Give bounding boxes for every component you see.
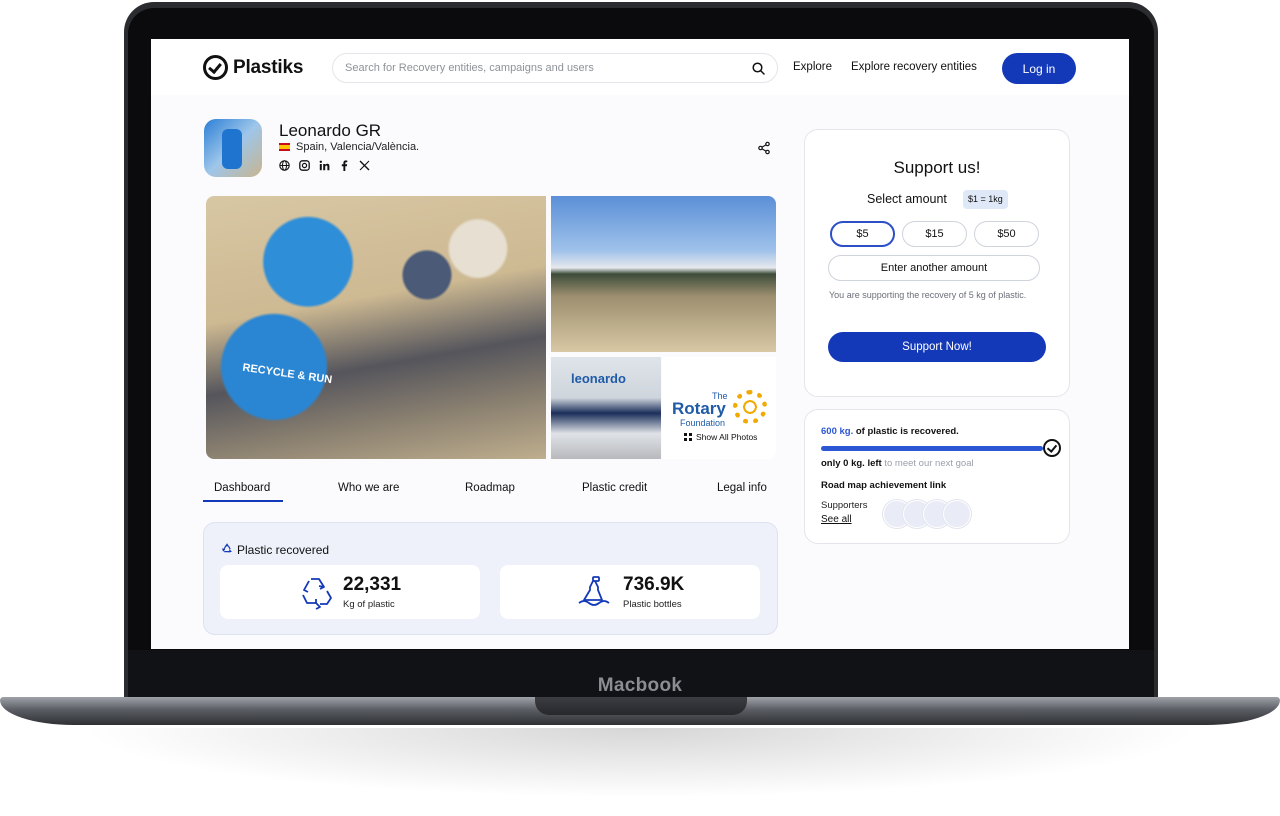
search-bar <box>332 53 778 83</box>
stat-kg-label: Kg of plastic <box>343 599 395 610</box>
facebook-icon[interactable] <box>339 160 350 171</box>
gallery-photo-main[interactable]: RECYCLE & RUN <box>206 196 546 459</box>
progress-recovered-amount: 600 kg. <box>821 426 854 437</box>
progress-bar-fill <box>821 446 1043 451</box>
recycle-small-icon <box>221 542 233 557</box>
active-tab-underline <box>203 500 283 502</box>
progress-card: 600 kg. of plastic is recovered. only 0 … <box>804 409 1070 544</box>
tab-roadmap[interactable]: Roadmap <box>465 482 515 494</box>
recycle-icon <box>296 573 334 611</box>
stat-card-bottles: 736.9K Plastic bottles <box>500 565 760 619</box>
show-all-photos-label: Show All Photos <box>696 432 758 442</box>
shirt-text: RECYCLE & RUN <box>241 361 333 387</box>
rotary-foundation-text: Foundation <box>680 418 726 428</box>
bottle-icon <box>576 573 614 611</box>
tab-who-we-are[interactable]: Who we are <box>338 482 399 494</box>
see-all-supporters-link[interactable]: See all <box>821 514 852 525</box>
top-nav: Plastiks Explore Explore recovery entiti… <box>151 39 1129 95</box>
screen: Plastiks Explore Explore recovery entiti… <box>151 39 1129 649</box>
nav-explore-entities-link[interactable]: Explore recovery entities <box>851 61 977 73</box>
x-icon[interactable] <box>359 160 370 171</box>
tab-plastic-credit[interactable]: Plastic credit <box>582 482 647 494</box>
profile-location: Spain, Valencia/València. <box>279 141 419 153</box>
rotary-foundation-logo[interactable]: The Rotary Foundation <box>662 357 776 459</box>
stat-bottles-value: 736.9K <box>623 574 685 595</box>
progress-bar <box>821 446 1043 451</box>
logo-check-icon <box>203 55 228 80</box>
tab-legal-info[interactable]: Legal info <box>717 482 767 494</box>
plastic-recovered-card: Plastic recovered 22,331 Kg of plastic 7… <box>203 522 778 635</box>
spain-flag-icon <box>279 143 290 151</box>
linkedin-icon[interactable] <box>319 160 330 171</box>
logo[interactable]: Plastiks <box>203 55 303 80</box>
progress-recovered-suffix: of plastic is recovered. <box>853 426 959 437</box>
gallery-photo-leonardo[interactable]: leonardo <box>551 357 661 459</box>
goal-check-icon <box>1043 439 1061 457</box>
logo-text: Plastiks <box>233 56 304 78</box>
support-note: You are supporting the recovery of 5 kg … <box>829 290 1027 300</box>
enter-another-amount-button[interactable]: Enter another amount <box>828 255 1040 281</box>
profile-name: Leonardo GR <box>279 121 382 140</box>
rotary-wheel-icon <box>733 390 767 424</box>
profile-avatar <box>204 119 262 177</box>
support-title: Support us! <box>893 158 981 177</box>
show-all-photos-button[interactable]: Show All Photos <box>684 432 757 442</box>
laptop-shadow <box>80 728 1200 798</box>
social-links <box>279 160 370 171</box>
amount-5-button[interactable]: $5 <box>830 221 895 247</box>
gallery-photo-beach[interactable] <box>551 196 776 352</box>
progress-left-suffix: to meet our next goal <box>881 458 974 469</box>
stat-kg-value: 22,331 <box>343 574 402 595</box>
plastic-recovered-label: Plastic recovered <box>237 542 330 557</box>
select-amount-label: Select amount <box>867 192 947 206</box>
support-now-button[interactable]: Support Now! <box>828 332 1046 362</box>
supporters-label: Supporters <box>821 500 868 511</box>
progress-left-text: only 0 kg. left to meet our next goal <box>821 458 974 469</box>
progress-left-amount: only 0 kg. left <box>821 458 882 469</box>
tab-dashboard[interactable]: Dashboard <box>214 482 270 494</box>
supporter-avatar[interactable] <box>943 500 971 528</box>
laptop-notch <box>535 697 747 715</box>
support-card: Support us! Select amount $1 = 1kg $5 $1… <box>804 129 1070 397</box>
progress-recovered-text: 600 kg. of plastic is recovered. <box>821 426 959 437</box>
rotary-name-text: Rotary <box>672 399 726 418</box>
roadmap-achievement-link[interactable]: Road map achievement link <box>821 480 946 491</box>
search-icon[interactable] <box>752 61 765 75</box>
grid-icon <box>684 433 692 441</box>
search-input[interactable] <box>345 62 752 74</box>
leonardo-sign-text: leonardo <box>571 371 626 386</box>
plastic-recovered-title: Plastic recovered <box>221 542 329 557</box>
instagram-icon[interactable] <box>299 160 310 171</box>
amount-15-button[interactable]: $15 <box>902 221 967 247</box>
nav-explore-link[interactable]: Explore <box>793 61 832 73</box>
globe-icon[interactable] <box>279 160 290 171</box>
rate-badge: $1 = 1kg <box>963 190 1008 209</box>
login-button[interactable]: Log in <box>1002 53 1076 84</box>
share-icon[interactable] <box>757 141 771 155</box>
device-brand-label: Macbook <box>597 675 683 696</box>
stat-bottles-label: Plastic bottles <box>623 599 682 610</box>
amount-50-button[interactable]: $50 <box>974 221 1039 247</box>
profile-location-text: Spain, Valencia/València. <box>296 141 420 153</box>
stat-card-kg: 22,331 Kg of plastic <box>220 565 480 619</box>
